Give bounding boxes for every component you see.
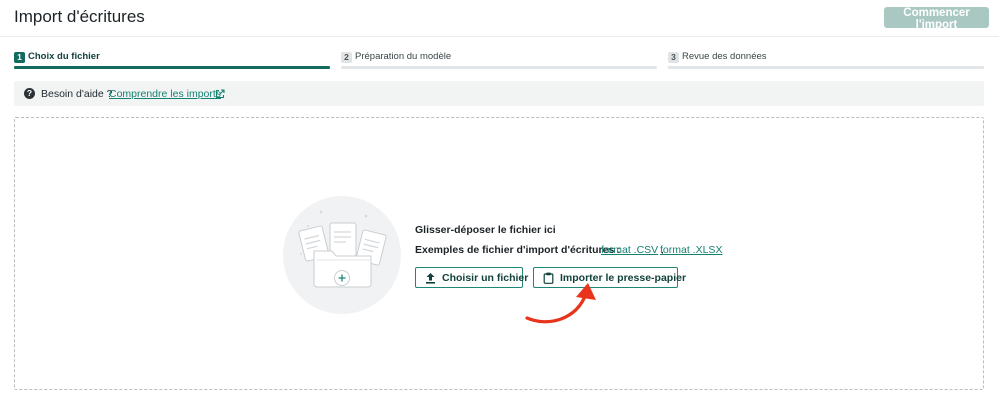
dropzone-title: Glisser-déposer le fichier ici bbox=[415, 224, 556, 236]
examples-label: Exemples de fichier d'import d'écritures… bbox=[415, 244, 621, 256]
file-dropzone[interactable]: Glisser-déposer le fichier ici Exemples … bbox=[14, 117, 984, 390]
xlsx-format-link[interactable]: format .XLSX bbox=[660, 244, 722, 256]
external-link-icon[interactable] bbox=[215, 89, 225, 99]
folder-with-documents-illustration bbox=[283, 196, 401, 314]
step-file-choice[interactable]: 1 Choix du fichier bbox=[14, 50, 330, 70]
help-banner: ? Besoin d'aide ? Comprendre les imports bbox=[14, 81, 984, 106]
start-import-button[interactable]: Commencer l'import bbox=[884, 7, 989, 31]
step-number: 1 bbox=[14, 52, 25, 63]
choose-file-button[interactable]: Choisir un fichier bbox=[415, 267, 528, 288]
understand-imports-link[interactable]: Comprendre les imports bbox=[109, 88, 221, 100]
step-number: 2 bbox=[341, 52, 352, 63]
stepper: 1 Choix du fichier 2 Préparation du modè… bbox=[14, 50, 984, 70]
step-model-preparation[interactable]: 2 Préparation du modèle bbox=[341, 50, 657, 70]
annotation-arrow-icon bbox=[525, 283, 596, 324]
step-label: Choix du fichier bbox=[28, 51, 100, 62]
page-header: Import d'écritures Commencer l'import bbox=[0, 0, 999, 37]
step-progress-bar bbox=[668, 66, 984, 69]
step-number: 3 bbox=[668, 52, 679, 63]
step-label: Préparation du modèle bbox=[355, 51, 452, 62]
step-progress-bar bbox=[341, 66, 657, 69]
step-data-review[interactable]: 3 Revue des données bbox=[668, 50, 984, 70]
question-circle-icon: ? bbox=[24, 88, 35, 99]
upload-icon bbox=[426, 273, 435, 284]
page-title: Import d'écritures bbox=[14, 7, 145, 26]
csv-format-link[interactable]: format .CSV bbox=[601, 244, 658, 256]
step-label: Revue des données bbox=[682, 51, 767, 62]
step-progress-bar bbox=[14, 66, 330, 69]
help-text: Besoin d'aide ? bbox=[41, 88, 113, 100]
choose-file-label: Choisir un fichier bbox=[442, 272, 529, 284]
